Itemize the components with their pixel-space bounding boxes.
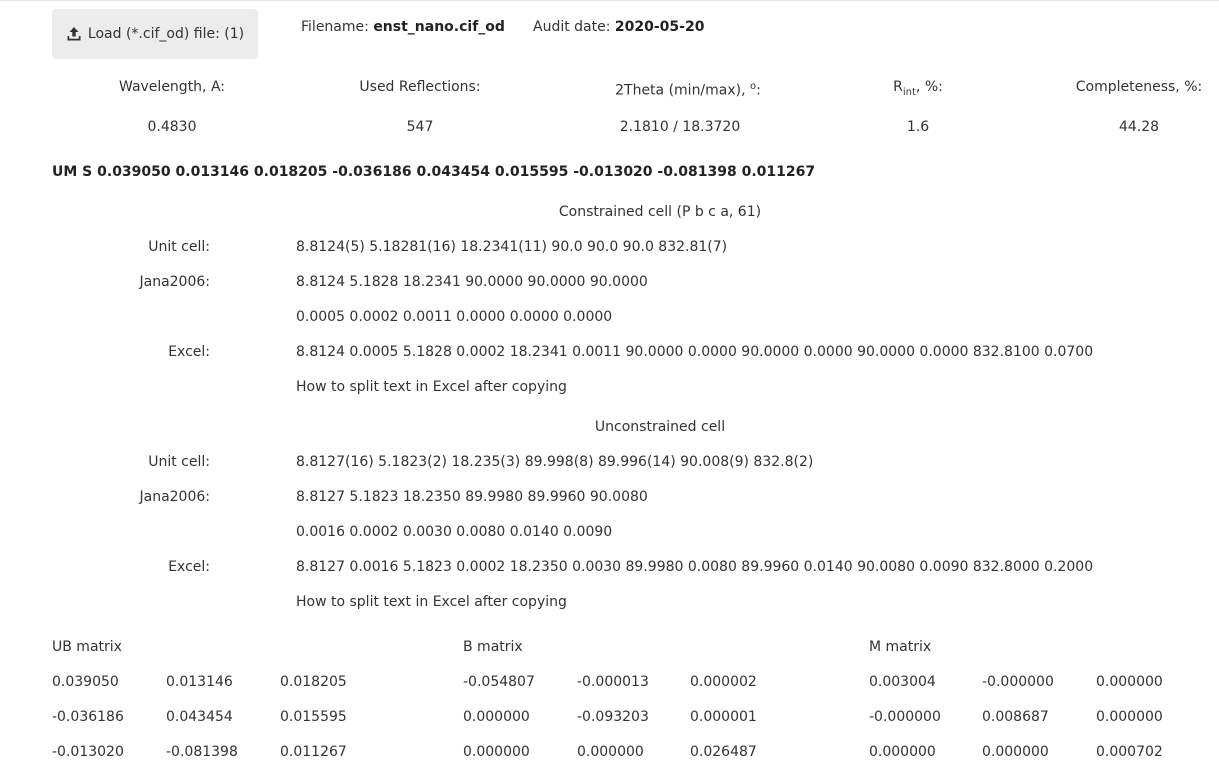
b-cell-r2c2: -0.093203 [577,709,649,725]
unconstrained-split-help-link[interactable]: How to split text in Excel after copying [296,594,567,610]
m-cell-r3c2: 0.000000 [982,744,1049,760]
constrained-unit-cell-label: Unit cell: [148,239,210,255]
filename-label: Filename: [301,19,369,35]
ub-cell-r2c2: 0.043454 [166,709,233,725]
m-cell-r2c3: 0.000000 [1096,709,1163,725]
theta-header: 2Theta (min/max), o: [588,81,788,99]
unconstrained-cell-title: Unconstrained cell [594,419,726,435]
theta-header-colon: : [756,82,761,99]
constrained-jana-label: Jana2006: [139,274,210,290]
unconstrained-jana-label: Jana2006: [139,489,210,505]
completeness-value: 44.28 [1118,119,1160,135]
ub-matrix-title: UB matrix [52,639,122,655]
m-cell-r3c1: 0.000000 [869,744,936,760]
ub-cell-r3c1: -0.013020 [52,744,124,760]
b-cell-r3c1: 0.000000 [463,744,530,760]
ub-cell-r1c2: 0.013146 [166,674,233,690]
wavelength-header: Wavelength, A: [119,79,225,95]
load-file-button[interactable]: Load (*.cif_od) file: (1) [52,9,258,59]
rint-header: Rint, %: [818,79,1018,98]
constrained-unit-cell-value: 8.8124(5) 5.18281(16) 18.2341(11) 90.0 9… [296,239,728,255]
b-cell-r2c1: 0.000000 [463,709,530,725]
b-cell-r1c1: -0.054807 [463,674,535,690]
b-cell-r1c3: 0.000002 [690,674,757,690]
constrained-jana-value: 8.8124 5.1828 18.2341 90.0000 90.0000 90… [296,274,648,290]
completeness-header: Completeness, %: [1075,79,1203,95]
rint-value: 1.6 [906,119,930,135]
ub-cell-r2c1: -0.036186 [52,709,124,725]
ub-cell-r1c3: 0.018205 [280,674,347,690]
ub-cell-r3c3: 0.011267 [280,744,347,760]
m-cell-r1c2: -0.000000 [982,674,1054,690]
m-cell-r1c1: 0.003004 [869,674,936,690]
theta-header-text: 2Theta (min/max), [615,82,751,99]
m-cell-r3c3: 0.000702 [1096,744,1163,760]
wavelength-value: 0.4830 [147,119,197,135]
b-matrix-title: B matrix [463,639,523,655]
b-cell-r2c3: 0.000001 [690,709,757,725]
constrained-excel-value: 8.8124 0.0005 5.1828 0.0002 18.2341 0.00… [296,344,1094,360]
constrained-cell-title: Constrained cell (P b c a, 61) [558,204,762,220]
filename-value: enst_nano.cif_od [373,19,505,35]
constrained-split-help-link[interactable]: How to split text in Excel after copying [296,379,567,395]
um-matrix-line: UM S 0.039050 0.013146 0.018205 -0.03618… [52,164,816,180]
theta-value: 2.1810 / 18.3720 [619,119,741,135]
load-file-label: Load (*.cif_od) file: (1) [87,26,245,42]
audit-date-label: Audit date: [533,19,611,35]
unconstrained-unit-cell-label: Unit cell: [148,454,210,470]
audit-date-value: 2020-05-20 [614,19,705,35]
unconstrained-jana-errors: 0.0016 0.0002 0.0030 0.0080 0.0140 0.009… [296,524,613,540]
ub-cell-r3c2: -0.081398 [166,744,238,760]
b-cell-r3c3: 0.026487 [690,744,757,760]
m-cell-r1c3: 0.000000 [1096,674,1163,690]
b-cell-r1c2: -0.000013 [577,674,649,690]
m-matrix-title: M matrix [869,639,932,655]
filename-info: Filename: enst_nano.cif_od [301,19,505,35]
unconstrained-jana-value: 8.8127 5.1823 18.2350 89.9980 89.9960 90… [296,489,648,505]
m-cell-r2c1: -0.000000 [869,709,941,725]
b-cell-r3c2: 0.000000 [577,744,644,760]
reflections-header: Used Reflections: [359,79,481,95]
constrained-jana-errors: 0.0005 0.0002 0.0011 0.0000 0.0000 0.000… [296,309,613,325]
m-cell-r2c2: 0.008687 [982,709,1049,725]
reflections-value: 547 [406,119,434,135]
ub-cell-r2c3: 0.015595 [280,709,347,725]
rint-header-rest: , %: [915,79,943,95]
rint-header-r: R [893,79,903,95]
upload-icon [66,26,82,42]
ub-cell-r1c1: 0.039050 [52,674,119,690]
unconstrained-excel-value: 8.8127 0.0016 5.1823 0.0002 18.2350 0.00… [296,559,1094,575]
unconstrained-unit-cell-value: 8.8127(16) 5.1823(2) 18.235(3) 89.998(8)… [296,454,814,470]
audit-date-info: Audit date: 2020-05-20 [533,19,704,35]
unconstrained-excel-label: Excel: [168,559,210,575]
constrained-excel-label: Excel: [168,344,210,360]
rint-header-sub: int [902,86,916,98]
